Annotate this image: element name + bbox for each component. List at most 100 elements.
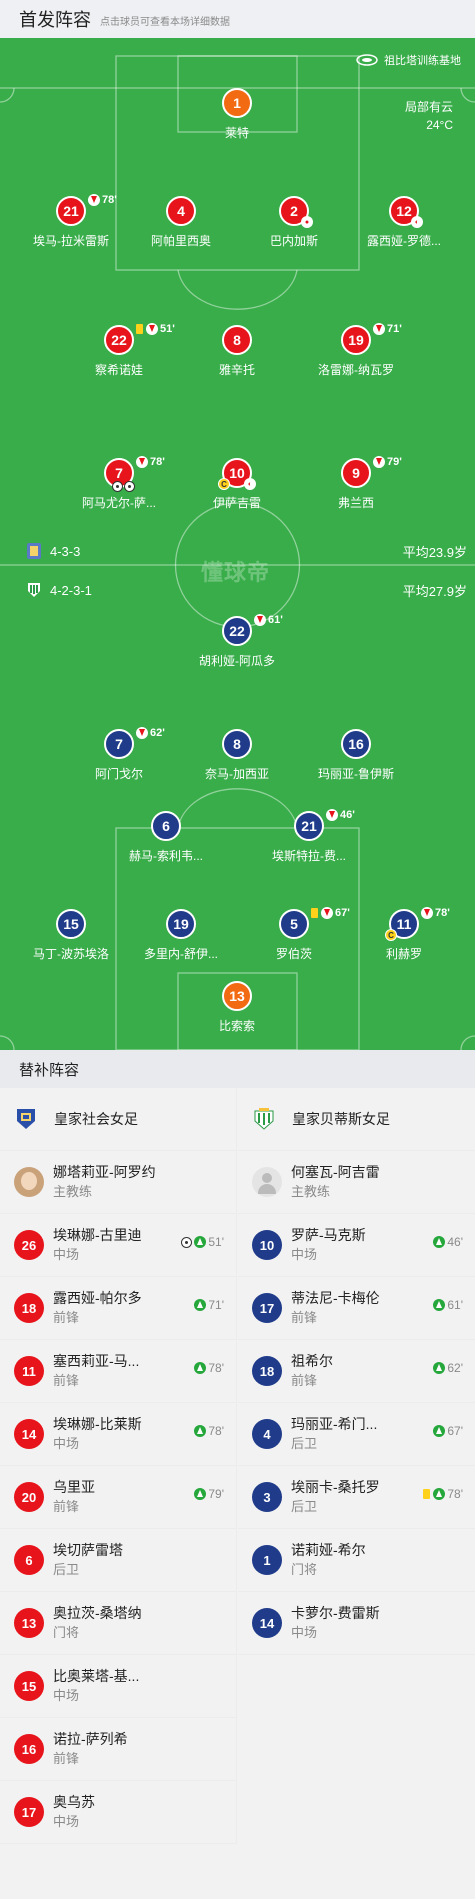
player-away-6[interactable]: 6 赫马-索利韦... (116, 811, 216, 864)
player-name: 雅辛托 (218, 363, 255, 377)
sub-on-icon (194, 1236, 207, 1248)
yellow-card-icon (311, 908, 318, 918)
bench-player[interactable]: 20 乌里亚 前锋 79' (0, 1466, 236, 1529)
player-away-21[interactable]: 21 46' 埃斯特拉-费... (259, 809, 359, 864)
sub-event: 51' (181, 1235, 224, 1249)
player-circle: 21 46' (294, 809, 355, 841)
bench-player[interactable]: 14 卡萝尔-费雷斯 中场 (238, 1592, 475, 1655)
player-away-22[interactable]: 22 61' 胡利娅-阿瓜多 (187, 614, 287, 669)
player-home-4[interactable]: 4 阿帕里西奥 (131, 196, 231, 249)
bench-player[interactable]: 26 埃琳娜-古里迪 中场 51' (0, 1214, 236, 1277)
player-number: 12 (396, 203, 412, 219)
bench-player[interactable]: 17 奥乌苏 中场 (0, 1781, 236, 1844)
player-home-gk[interactable]: 1 莱特 (187, 88, 287, 141)
sub-event: 46' (433, 1235, 463, 1249)
player-number: 18 (14, 1293, 44, 1323)
away-coach[interactable]: 何塞瓦-阿吉雷 主教练 (238, 1151, 475, 1214)
sub-minute: 46' (447, 1235, 463, 1249)
sub-minute: 71' (387, 323, 402, 335)
bench-player[interactable]: 17 蒂法尼-卡梅伦 前锋 61' (238, 1277, 475, 1340)
sub-on-icon (433, 1488, 446, 1500)
player-number: 7 (115, 465, 123, 481)
away-formation-label: 4-2-3-1 (50, 582, 92, 598)
sub-event: 78' (194, 1424, 224, 1438)
bench-player[interactable]: 18 露西娅-帕尔多 前锋 71' (0, 1277, 236, 1340)
sub-on-icon (194, 1425, 207, 1437)
bench-player[interactable]: 11 塞西莉亚-马... 前锋 78' (0, 1340, 236, 1403)
player-away-gk[interactable]: 13 比索索 (187, 981, 287, 1034)
sub-off-icon (146, 323, 158, 335)
player-name: 比索索 (218, 1019, 255, 1033)
bench-player[interactable]: 10 罗萨-马克斯 中场 46' (238, 1214, 475, 1277)
player-home-8[interactable]: 8 雅辛托 (187, 325, 287, 378)
sub-minute: 78' (150, 456, 165, 468)
bench-player[interactable]: 15 比奥莱塔-基... 中场 (0, 1655, 236, 1718)
player-name: 祖希尔 (291, 1353, 333, 1369)
player-position: 中场 (291, 1247, 318, 1262)
own-goal-icon: ◐ (244, 478, 256, 490)
player-name: 诺拉-萨列希 (53, 1731, 128, 1747)
coach-role: 主教练 (53, 1184, 93, 1199)
player-number: 9 (352, 465, 360, 481)
sub-minute: 51' (160, 323, 175, 335)
player-away-16[interactable]: 16 玛丽亚-鲁伊斯 (306, 729, 406, 782)
player-number: 22 (111, 332, 127, 348)
player-name: 罗萨-马克斯 (291, 1227, 366, 1243)
sub-off-marker: 78' (421, 907, 450, 919)
coach-avatar (14, 1167, 44, 1197)
player-number: 6 (14, 1545, 44, 1575)
player-away-19[interactable]: 19 多里内-舒伊... (131, 909, 231, 962)
player-number: 21 (301, 818, 317, 834)
player-number: 2 (290, 203, 298, 219)
sub-minute: 46' (340, 809, 355, 821)
bench-player[interactable]: 18 祖希尔 前锋 62' (238, 1340, 475, 1403)
sub-minute: 67' (335, 907, 350, 919)
bench-player[interactable]: 14 埃琳娜-比莱斯 中场 78' (0, 1403, 236, 1466)
player-home-10[interactable]: 10 C ◐ 伊萨吉雷 (187, 458, 287, 511)
player-away-8[interactable]: 8 奈马-加西亚 (187, 729, 287, 782)
sub-event: 62' (433, 1361, 463, 1375)
own-goal-icon: ◐ (411, 216, 423, 228)
player-home-19[interactable]: 19 71' 洛雷娜-纳瓦罗 (306, 323, 406, 378)
player-away-15[interactable]: 15 马丁-波苏埃洛 (21, 909, 121, 962)
player-position: 中场 (53, 1814, 80, 1829)
bench-player[interactable]: 3 埃丽卡-桑托罗 后卫 78' (238, 1466, 475, 1529)
player-away-5[interactable]: 5 67' 罗伯茨 (244, 907, 350, 962)
bench-player[interactable]: 1 诺莉娅-希尔 门将 (238, 1529, 475, 1592)
bench-player[interactable]: 16 诺拉-萨列希 前锋 (0, 1718, 236, 1781)
player-away-7[interactable]: 7 62' 阿门戈尔 (69, 727, 169, 782)
away-team-name: 皇家贝蒂斯女足 (292, 1111, 390, 1127)
player-name: 埃丽卡-桑托罗 (291, 1479, 380, 1495)
player-home-7[interactable]: 7 78' 阿马尤尔-萨... (69, 456, 169, 511)
home-coach[interactable]: 娜塔莉亚-阿罗约 主教练 (0, 1151, 236, 1214)
sub-off-icon (421, 907, 433, 919)
yellow-card-icon (423, 1489, 431, 1499)
player-number: 1 (252, 1545, 282, 1575)
away-team-row[interactable]: 皇家贝蒂斯女足 (238, 1088, 475, 1151)
sub-minute: 61' (447, 1298, 463, 1312)
player-home-12[interactable]: 12 ◐ 露西娅-罗德... (354, 196, 454, 249)
page-title: 首发阵容 (19, 10, 91, 30)
player-home-9[interactable]: 9 79' 弗兰西 (306, 456, 406, 511)
player-home-21[interactable]: 21 78' 埃马-拉米雷斯 (21, 194, 121, 249)
player-number: 5 (290, 916, 298, 932)
goal-ball-icon: ● (301, 216, 313, 228)
player-number: 15 (56, 909, 86, 939)
bench-player[interactable]: 13 奥拉茨-桑塔纳 门将 (0, 1592, 236, 1655)
home-team-row[interactable]: 皇家社会女足 (0, 1088, 236, 1151)
bench-player[interactable]: 4 玛丽亚-希门... 后卫 67' (238, 1403, 475, 1466)
weather-desc: 局部有云 (404, 100, 453, 114)
player-home-2[interactable]: 2 ● 巴内加斯 (244, 196, 344, 249)
away-team-logo-icon (254, 1108, 274, 1130)
bench-player[interactable]: 6 埃切萨雷塔 后卫 (0, 1529, 236, 1592)
player-circle: 21 78' (56, 194, 117, 226)
player-name: 赫马-索利韦... (129, 849, 203, 863)
player-number: 6 (151, 811, 181, 841)
player-number: 17 (14, 1797, 44, 1827)
player-away-11[interactable]: 11 78' C 利赫罗 (354, 907, 454, 962)
player-name: 埃马-拉米雷斯 (33, 234, 109, 248)
player-position: 后卫 (291, 1436, 318, 1451)
sub-minute: 78' (102, 194, 117, 206)
player-name: 玛丽亚-希门... (291, 1416, 378, 1432)
player-home-22[interactable]: 22 51' 察希诺娃 (69, 323, 175, 378)
